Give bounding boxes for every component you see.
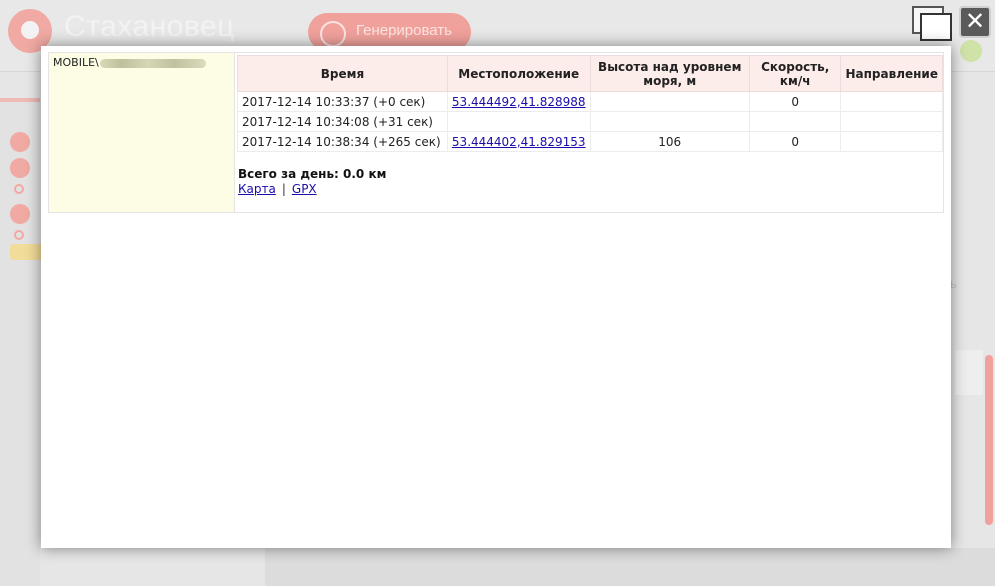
background-panel	[955, 350, 983, 395]
gpx-link[interactable]: GPX	[292, 182, 317, 196]
table-row: 2017-12-14 10:38:34 (+265 сек) 53.444402…	[237, 131, 943, 152]
cell-speed	[748, 111, 842, 132]
column-header-location: Местоположение	[446, 55, 591, 92]
sidebar-active-item	[10, 244, 44, 260]
sidebar-dot-icon	[14, 184, 24, 194]
column-header-speed: Скорость, км/ч	[748, 55, 842, 92]
profile-icon	[960, 40, 982, 62]
sidebar-home-icon	[10, 132, 30, 152]
table-row: 2017-12-14 10:34:08 (+31 сек)	[237, 111, 943, 132]
cell-location	[446, 111, 591, 132]
link-separator: |	[281, 182, 286, 196]
table-row: 2017-12-14 10:33:37 (+0 сек) 53.444492,4…	[237, 91, 943, 112]
cell-direction	[840, 91, 943, 112]
cell-altitude: 106	[589, 131, 750, 152]
location-link[interactable]: 53.444492,41.828988	[452, 95, 586, 109]
blurred-email	[99, 58, 206, 68]
close-icon[interactable]: ✕	[959, 6, 991, 38]
user-prefix: MOBILE\	[53, 56, 99, 69]
column-header-direction: Направление	[840, 55, 943, 92]
cell-direction	[840, 131, 943, 152]
cell-time: 2017-12-14 10:33:37 (+0 сек)	[237, 91, 448, 112]
track-table: Время Местоположение Высота над уровнем …	[237, 55, 943, 152]
table-header-row: Время Местоположение Высота над уровнем …	[237, 55, 943, 92]
background-scrollbar	[985, 355, 993, 525]
window-restore-icon[interactable]	[912, 6, 954, 42]
sidebar-item-icon	[10, 158, 30, 178]
cell-time: 2017-12-14 10:38:34 (+265 сек)	[237, 131, 448, 152]
background-footer	[265, 548, 995, 586]
cell-altitude	[589, 91, 750, 112]
export-links: Карта | GPX	[238, 182, 386, 196]
app-title: Стахановец	[64, 10, 235, 43]
daily-total: Всего за день: 0.0 км	[238, 167, 387, 181]
cell-altitude	[589, 111, 750, 132]
sidebar-item-icon	[10, 204, 30, 224]
background-text: ь	[950, 276, 957, 291]
user-cell: MOBILE\	[49, 53, 235, 212]
cell-speed: 0	[748, 91, 842, 112]
map-link[interactable]: Карта	[238, 182, 276, 196]
column-header-time: Время	[237, 55, 448, 92]
sidebar-accent	[0, 98, 40, 102]
track-modal: MOBILE\ Время Местоположение Высота над …	[41, 46, 951, 548]
track-report: MOBILE\ Время Местоположение Высота над …	[48, 52, 944, 213]
column-header-altitude: Высота над уровнем моря, м	[589, 55, 750, 92]
location-link[interactable]: 53.444402,41.829153	[452, 135, 586, 149]
cell-speed: 0	[748, 131, 842, 152]
summary: Всего за день: 0.0 км Карта | GPX	[238, 167, 386, 196]
cell-time: 2017-12-14 10:34:08 (+31 сек)	[237, 111, 448, 132]
cell-direction	[840, 111, 943, 132]
sidebar-dot-icon	[14, 230, 24, 240]
